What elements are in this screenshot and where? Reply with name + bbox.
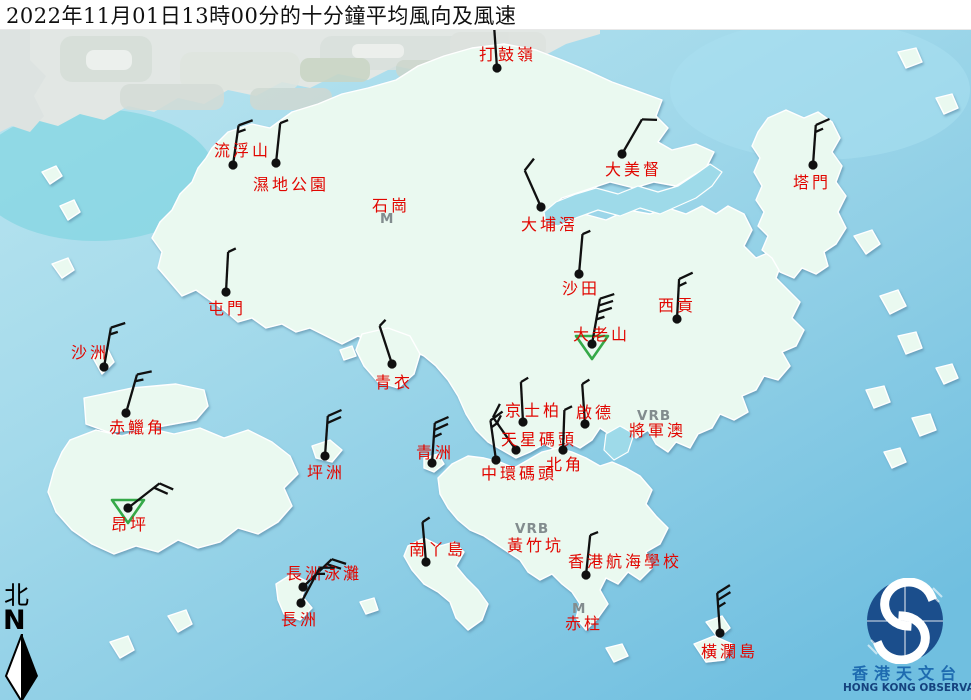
station-label: 昂坪: [111, 515, 149, 534]
hong-kong-map: 打鼓嶺流浮山濕地公園M石崗大美督塔門大埔滘沙田西貢大老山屯門沙洲赤鱲角青衣京士柏…: [0, 0, 971, 700]
station-dot: [581, 570, 590, 579]
station-label: 坪洲: [307, 463, 345, 482]
station-label: 沙洲: [71, 343, 109, 362]
station-dot: [574, 269, 583, 278]
wind-barb-tick: [642, 119, 657, 120]
station-dot: [492, 63, 501, 72]
station-label: 大埔滘: [521, 215, 578, 234]
station-label: 沙田: [562, 279, 600, 298]
north-letter-label: N: [2, 608, 48, 634]
station-label: 石崗: [372, 196, 410, 215]
station-dot: [123, 503, 132, 512]
station-dot: [99, 362, 108, 371]
station-label: 大美督: [605, 160, 662, 179]
hko-logo-chinese: 香港天文台: [843, 665, 971, 682]
station-label: 京士柏: [505, 401, 562, 420]
station-label: 青衣: [375, 373, 413, 392]
wind-map-page: 打鼓嶺流浮山濕地公園M石崗大美督塔門大埔滘沙田西貢大老山屯門沙洲赤鱲角青衣京士柏…: [0, 0, 971, 700]
station-label: 長洲: [281, 610, 319, 629]
station-label: 赤鱲角: [109, 418, 166, 437]
station-dot: [715, 628, 724, 637]
north-compass: 北 N: [2, 583, 48, 700]
station-dot: [121, 408, 130, 417]
station-dot: [271, 158, 280, 167]
station-label: 塔門: [793, 173, 831, 192]
station-dot: [228, 160, 237, 169]
station-dot: [387, 359, 396, 368]
station-dot: [808, 160, 817, 169]
map-title: 2022年11月01日13時00分的十分鐘平均風向及風速: [0, 0, 516, 30]
station-dot: [320, 451, 329, 460]
wind-barb-staff: [563, 410, 564, 450]
station-label: 橫瀾島: [701, 642, 758, 661]
station-label: 赤柱: [565, 614, 603, 633]
hko-logo: 香港天文台 HONG KONG OBSERVATORY: [843, 578, 971, 700]
station-label: 南丫島: [409, 540, 466, 559]
north-arrow-icon: [4, 634, 40, 700]
station-label: 西貢: [658, 296, 696, 315]
station-label: 青洲: [416, 443, 454, 462]
station-label: 流浮山: [214, 141, 271, 160]
station-dot: [617, 149, 626, 158]
station-label: 濕地公園: [253, 175, 329, 194]
station-label: 打鼓嶺: [479, 45, 536, 64]
station-label: 大老山: [573, 325, 630, 344]
station-label: 黃竹坑: [507, 536, 564, 555]
station-dot: [296, 598, 305, 607]
station-label: 將軍澳: [629, 421, 686, 440]
station-dot: [221, 287, 230, 296]
hko-logo-english: HONG KONG OBSERVATORY: [843, 682, 971, 694]
station-dot: [558, 445, 567, 454]
station-marker-variable: VRB: [515, 521, 549, 537]
title-bar: 2022年11月01日13時00分的十分鐘平均風向及風速: [0, 0, 971, 30]
station-dot: [672, 314, 681, 323]
station-label: 屯門: [208, 299, 246, 318]
station-label: 天星碼頭: [501, 430, 577, 449]
hko-logo-icon: [843, 578, 971, 664]
station-dot: [536, 202, 545, 211]
station-label: 啟德: [576, 403, 614, 422]
station-dot: [298, 582, 307, 591]
station-label: 香港航海學校: [568, 552, 682, 571]
station-label: 北角: [546, 455, 584, 474]
